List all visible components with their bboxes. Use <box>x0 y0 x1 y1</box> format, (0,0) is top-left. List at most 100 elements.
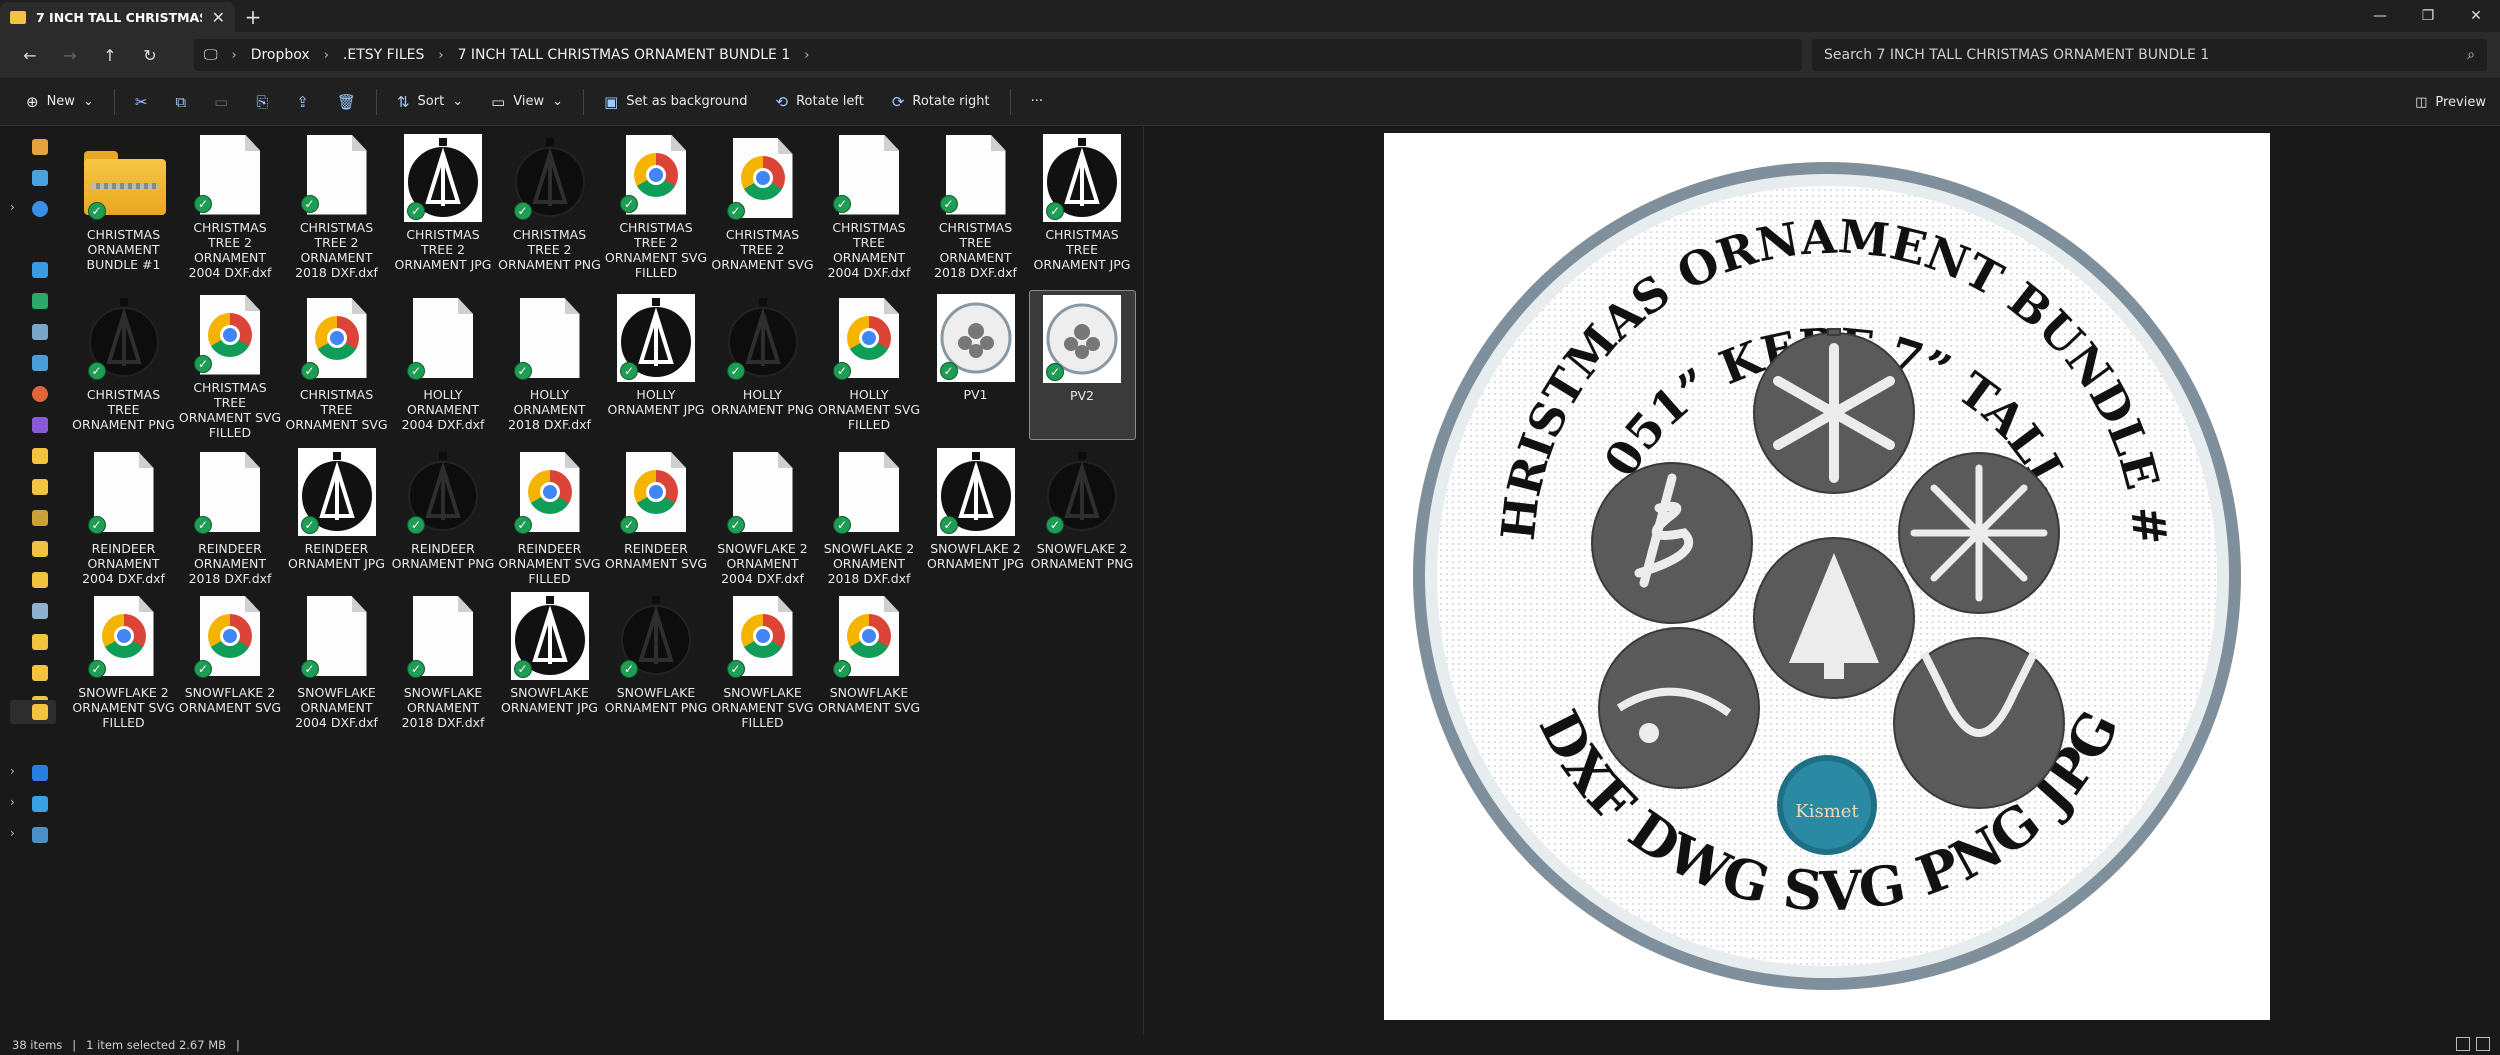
file-item[interactable]: ✓ CHRISTMAS TREE ORNAMENT SVG <box>283 290 390 440</box>
file-item[interactable]: ✓ CHRISTMAS TREE ORNAMENT PNG <box>70 290 177 440</box>
file-item[interactable]: ✓ CHRISTMAS TREE ORNAMENT JPG <box>1029 130 1136 280</box>
rename-button[interactable]: ⎘ <box>242 86 282 118</box>
share-button[interactable]: ⇪ <box>282 86 323 118</box>
file-item[interactable]: ✓ SNOWFLAKE 2 ORNAMENT 2004 DXF.dxf <box>709 444 816 594</box>
chevron-right-icon[interactable]: › <box>10 826 15 840</box>
folder-icon[interactable] <box>32 665 48 681</box>
file-item[interactable]: ✓ CHRISTMAS TREE 2 ORNAMENT 2018 DXF.dxf <box>283 130 390 280</box>
desktop-icon[interactable] <box>32 262 48 278</box>
search-box[interactable]: Search 7 INCH TALL CHRISTMAS ORNAMENT BU… <box>1812 39 2487 71</box>
file-item[interactable]: ✓ CHRISTMAS TREE ORNAMENT 2004 DXF.dxf <box>816 130 923 280</box>
downloads-icon[interactable] <box>32 293 48 309</box>
documents-icon[interactable] <box>32 324 48 340</box>
delete-button[interactable]: 🗑 <box>323 86 370 118</box>
preview-toggle-button[interactable]: ◫ Preview <box>2415 86 2486 118</box>
dropbox-icon[interactable] <box>32 765 48 781</box>
gallery-icon[interactable] <box>32 170 48 186</box>
folder-icon[interactable] <box>32 704 48 720</box>
file-thumbnail: ✓ <box>723 294 803 382</box>
set-as-background-button[interactable]: ▣ Set as background <box>590 86 761 118</box>
file-item[interactable]: ✓ SNOWFLAKE 2 ORNAMENT JPG <box>922 444 1029 594</box>
file-item[interactable]: ✓ SNOWFLAKE 2 ORNAMENT 2018 DXF.dxf <box>816 444 923 594</box>
address-bar[interactable]: 🖵 › Dropbox › .ETSY FILES › 7 INCH TALL … <box>194 39 1802 71</box>
folder-icon[interactable] <box>32 448 48 464</box>
file-item[interactable]: ✓ CHRISTMAS ORNAMENT BUNDLE #1 <box>70 130 177 280</box>
file-item[interactable]: ✓ CHRISTMAS TREE 2 ORNAMENT JPG <box>390 130 497 280</box>
refresh-button[interactable]: ↻ <box>130 39 170 71</box>
file-item[interactable]: ✓ SNOWFLAKE ORNAMENT JPG <box>496 588 603 738</box>
file-item[interactable]: ✓ REINDEER ORNAMENT SVG FILLED <box>496 444 603 594</box>
onedrive-icon[interactable] <box>32 201 48 217</box>
pictures-icon[interactable] <box>32 355 48 371</box>
new-tab-button[interactable]: + <box>235 2 271 32</box>
cut-button[interactable]: ✂ <box>121 86 162 118</box>
music-icon[interactable] <box>32 386 48 402</box>
file-item[interactable]: ✓ PV1 <box>922 290 1029 440</box>
file-item[interactable]: ✓ CHRISTMAS TREE 2 ORNAMENT 2004 DXF.dxf <box>177 130 284 280</box>
folder-icon[interactable] <box>32 572 48 588</box>
file-item[interactable]: ✓ REINDEER ORNAMENT PNG <box>390 444 497 594</box>
file-item[interactable]: ✓ SNOWFLAKE ORNAMENT SVG <box>816 588 923 738</box>
copy-button[interactable]: ⧉ <box>161 86 200 118</box>
file-item[interactable]: ✓ HOLLY ORNAMENT 2018 DXF.dxf <box>496 290 603 440</box>
search-input[interactable]: Search 7 INCH TALL CHRISTMAS ORNAMENT BU… <box>1824 47 2209 63</box>
file-item[interactable]: ✓ SNOWFLAKE ORNAMENT SVG FILLED <box>709 588 816 738</box>
folder-icon[interactable] <box>32 541 48 557</box>
file-item[interactable]: ✓ REINDEER ORNAMENT 2018 DXF.dxf <box>177 444 284 594</box>
details-view-icon[interactable] <box>2456 1037 2470 1051</box>
paste-button[interactable]: ▭ <box>200 86 242 118</box>
network-icon[interactable] <box>32 827 48 843</box>
more-options-button[interactable]: ··· <box>1017 86 1057 118</box>
videos-icon[interactable] <box>32 417 48 433</box>
up-button[interactable]: ↑ <box>90 39 130 71</box>
breadcrumb-dropbox[interactable]: Dropbox <box>251 47 310 63</box>
file-item[interactable]: ✓ CHRISTMAS TREE 2 ORNAMENT SVG FILLED <box>603 130 710 280</box>
sort-button[interactable]: ⇅ Sort ⌄ <box>383 86 477 118</box>
file-item[interactable]: ✓ SNOWFLAKE 2 ORNAMENT PNG <box>1029 444 1136 594</box>
close-tab-icon[interactable]: ✕ <box>212 8 225 27</box>
file-item[interactable]: ✓ HOLLY ORNAMENT SVG FILLED <box>816 290 923 440</box>
breadcrumb-current-folder[interactable]: 7 INCH TALL CHRISTMAS ORNAMENT BUNDLE 1 <box>458 47 791 63</box>
forward-button[interactable]: → <box>50 39 90 71</box>
folder-icon[interactable] <box>32 634 48 650</box>
this-pc-icon[interactable] <box>32 796 48 812</box>
file-item[interactable]: ✓ CHRISTMAS TREE ORNAMENT SVG FILLED <box>177 290 284 440</box>
back-button[interactable]: ← <box>10 39 50 71</box>
view-button[interactable]: ▭ View ⌄ <box>477 86 577 118</box>
maximize-button[interactable]: ❐ <box>2404 0 2452 32</box>
home-icon[interactable] <box>32 139 48 155</box>
file-item[interactable]: ✓ SNOWFLAKE 2 ORNAMENT SVG FILLED <box>70 588 177 738</box>
large-icons-view-icon[interactable] <box>2476 1037 2490 1051</box>
file-item[interactable]: ✓ CHRISTMAS TREE 2 ORNAMENT PNG <box>496 130 603 280</box>
file-item[interactable]: ✓ SNOWFLAKE ORNAMENT 2018 DXF.dxf <box>390 588 497 738</box>
chevron-right-icon[interactable]: › <box>10 795 15 809</box>
file-item[interactable]: ✓ HOLLY ORNAMENT PNG <box>709 290 816 440</box>
chevron-right-icon[interactable]: › <box>804 48 809 63</box>
folder-icon[interactable] <box>32 603 48 619</box>
file-item[interactable]: ✓ HOLLY ORNAMENT 2004 DXF.dxf <box>390 290 497 440</box>
pane-divider[interactable] <box>1143 127 1144 1035</box>
folder-icon[interactable] <box>32 479 48 495</box>
scissors-icon: ✂ <box>134 92 148 111</box>
close-window-button[interactable]: ✕ <box>2452 0 2500 32</box>
file-item[interactable]: ✓ SNOWFLAKE 2 ORNAMENT SVG <box>177 588 284 738</box>
breadcrumb-etsy-files[interactable]: .ETSY FILES <box>343 47 424 63</box>
minimize-button[interactable]: — <box>2356 0 2404 32</box>
file-item[interactable]: ✓ REINDEER ORNAMENT JPG <box>283 444 390 594</box>
chevron-right-icon[interactable]: › <box>10 764 15 778</box>
file-name: CHRISTMAS TREE ORNAMENT SVG FILLED <box>178 380 282 440</box>
file-item[interactable]: ✓ REINDEER ORNAMENT 2004 DXF.dxf <box>70 444 177 594</box>
folder-icon[interactable] <box>32 510 48 526</box>
window-tab[interactable]: 7 INCH TALL CHRISTMAS ORN ✕ <box>0 2 235 32</box>
file-item[interactable]: ✓ PV2 <box>1028 290 1136 440</box>
file-item[interactable]: ✓ SNOWFLAKE ORNAMENT 2004 DXF.dxf <box>283 588 390 738</box>
chevron-right-icon[interactable]: › <box>10 200 15 214</box>
rotate-right-button[interactable]: ⟳ Rotate right <box>878 86 1004 118</box>
file-item[interactable]: ✓ CHRISTMAS TREE 2 ORNAMENT SVG <box>709 130 816 280</box>
file-item[interactable]: ✓ REINDEER ORNAMENT SVG <box>603 444 710 594</box>
new-button[interactable]: ⊕ New ⌄ <box>12 86 108 118</box>
file-item[interactable]: ✓ HOLLY ORNAMENT JPG <box>603 290 710 440</box>
file-item[interactable]: ✓ CHRISTMAS TREE ORNAMENT 2018 DXF.dxf <box>922 130 1029 280</box>
rotate-left-button[interactable]: ⟲ Rotate left <box>762 86 878 118</box>
file-item[interactable]: ✓ SNOWFLAKE ORNAMENT PNG <box>603 588 710 738</box>
